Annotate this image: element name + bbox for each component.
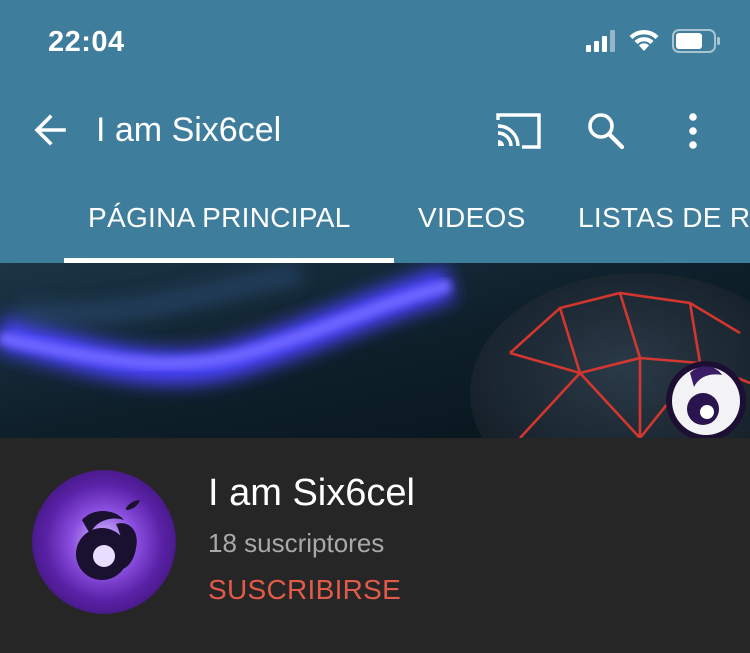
cast-button[interactable] [494,110,544,152]
tab-videos[interactable]: VIDEOS [418,202,526,234]
more-options-button[interactable] [678,108,708,154]
channel-logo-icon [32,470,176,614]
channel-avatar[interactable] [32,470,176,614]
channel-tabs: PÁGINA PRINCIPAL VIDEOS LISTAS DE R [0,174,750,263]
subscribe-button[interactable]: SUSCRIBIRSE [208,574,401,606]
wifi-icon [628,29,660,58]
tab-home[interactable]: PÁGINA PRINCIPAL [88,202,351,234]
app-bar-title: I am Six6cel [96,111,282,149]
status-bar: 22:04 [0,0,750,88]
status-icons [586,28,722,59]
tab-playlists[interactable]: LISTAS DE R [578,202,750,234]
cellular-signal-icon [586,29,616,57]
subscriber-count: 18 suscriptores [208,528,385,558]
channel-info: I am Six6cel 18 suscriptores SUSCRIBIRSE [0,438,750,653]
banner-image [0,263,750,438]
channel-banner [0,263,750,438]
search-icon [588,113,625,150]
status-time: 22:04 [48,26,125,58]
search-button[interactable] [584,109,628,153]
channel-name: I am Six6cel [208,472,415,514]
app-bar: I am Six6cel [0,88,750,174]
back-button[interactable] [28,108,72,152]
back-arrow-icon [34,114,66,146]
cast-icon [496,113,541,149]
battery-icon [672,28,722,59]
more-vert-icon [689,113,697,149]
